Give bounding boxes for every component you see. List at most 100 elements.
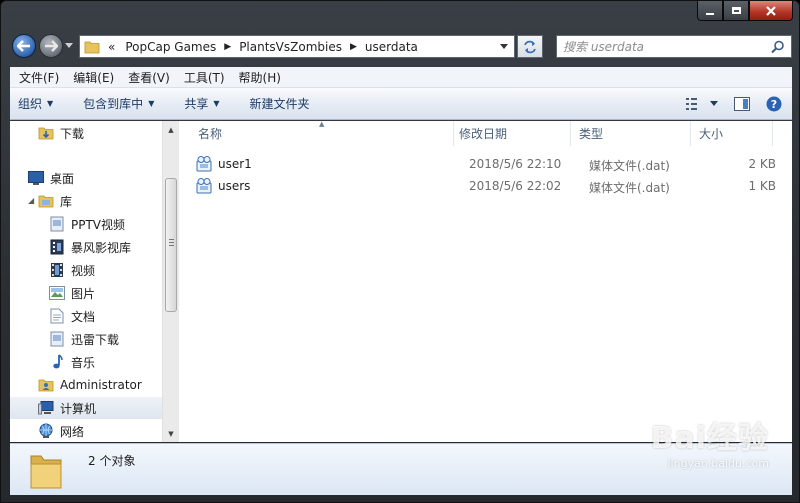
folder-icon [84,41,100,53]
table-row[interactable]: user1 2018/5/6 22:10 媒体文件(.dat) 2 KB [196,154,776,174]
refresh-icon [524,40,536,53]
explorer-window: « PopCap Games ▶ PlantsVsZombies ▶ userd… [0,0,800,503]
nav-label: 暴风影视库 [71,240,132,255]
navigation-pane-scrollbar[interactable]: ▲ ▼ [162,121,179,442]
search-box[interactable] [556,35,792,58]
column-size-label: 大小 [699,127,724,141]
file-modified: 2018/5/6 22:02 [469,179,562,193]
column-header-modified[interactable]: 修改日期 [451,121,571,146]
menu-view[interactable]: 查看(V) [121,69,177,86]
breadcrumb-plants-vs-zombies[interactable]: PlantsVsZombies [239,40,342,54]
organize-button[interactable]: 组织 ▼ [10,88,63,119]
caption-buttons [697,1,793,21]
maximize-button[interactable] [723,1,749,21]
column-header-name[interactable]: 名称 [190,121,454,146]
chevron-down-icon: ▼ [148,99,155,108]
file-list: ▲ 名称 修改日期 类型 大小 user1 2018/5/6 22:10 媒体文… [180,120,792,442]
menu-tools[interactable]: 工具(T) [177,69,232,86]
menu-help[interactable]: 帮助(H) [232,69,288,86]
refresh-button[interactable] [517,35,543,58]
nav-item-music[interactable]: 音乐 [10,351,162,373]
svg-text:?: ? [771,98,777,111]
nav-label: Administrator [60,378,142,392]
desktop-icon [28,170,44,186]
column-type-label: 类型 [579,127,604,141]
address-overflow-chevrons[interactable]: « [108,40,115,54]
command-bar-right: ? [682,88,792,120]
file-type: 媒体文件(.dat) [589,181,670,195]
menu-file[interactable]: 文件(F) [12,69,66,86]
column-name-label: 名称 [198,127,223,141]
content-area: 下载 桌面 ◢ 库 PPTV视频 暴风影视库 视频 图片 文档 迅雷下载 音乐 … [10,120,792,442]
film-icon [49,262,65,278]
nav-item-pictures[interactable]: 图片 [10,282,162,304]
breadcrumb-separator-icon[interactable]: ▶ [224,42,231,52]
nav-item-baofeng[interactable]: 暴风影视库 [10,236,162,258]
include-in-library-button[interactable]: 包含到库中 ▼ [63,88,164,119]
watermark: Bai经验 jingyan.baidu.com [651,413,769,470]
scrollbar-thumb[interactable] [165,178,177,312]
address-history-chevron-down-icon[interactable] [500,44,508,50]
chevron-down-icon [710,101,718,106]
help-icon: ? [766,96,782,112]
share-label: 共享 [184,97,209,111]
grip-icon [169,239,174,246]
nav-item-pptv[interactable]: PPTV视频 [10,213,162,235]
navigation-pane: 下载 桌面 ◢ 库 PPTV视频 暴风影视库 视频 图片 文档 迅雷下载 音乐 … [10,121,162,442]
nav-item-desktop[interactable]: 桌面 [10,167,162,189]
close-button[interactable] [749,1,793,21]
library-icon [38,193,54,209]
preview-pane-icon [734,97,750,111]
menu-bar: 文件(F) 编辑(E) 查看(V) 工具(T) 帮助(H) [10,67,792,88]
nav-label: 桌面 [50,171,75,186]
file-size: 1 KB [748,179,776,193]
column-header-size[interactable]: 大小 [691,121,773,146]
scroll-down-button[interactable]: ▼ [163,425,179,442]
back-button[interactable] [12,34,36,58]
watermark-brand: Bai经验 [650,421,769,456]
breadcrumb-userdata[interactable]: userdata [365,40,418,54]
command-bar: 组织 ▼ 包含到库中 ▼ 共享 ▼ 新建文件夹 ? [10,88,792,120]
minimize-button[interactable] [697,1,723,21]
chevron-down-icon: ▼ [213,99,220,108]
new-folder-label: 新建文件夹 [249,97,310,111]
menu-edit[interactable]: 编辑(E) [66,69,121,86]
nav-label: 下载 [60,126,85,141]
address-bar[interactable]: « PopCap Games ▶ PlantsVsZombies ▶ userd… [79,35,515,58]
preview-pane-button[interactable] [728,88,756,120]
nav-item-library[interactable]: ◢ 库 [10,190,162,212]
file-modified: 2018/5/6 22:10 [469,157,562,171]
new-folder-button[interactable]: 新建文件夹 [230,88,320,119]
view-options-button[interactable] [682,88,722,120]
nav-label: 网络 [60,424,85,439]
column-header-type[interactable]: 类型 [571,121,691,146]
search-input[interactable] [563,39,763,54]
user-folder-icon [38,377,54,393]
breadcrumb-separator-icon[interactable]: ▶ [350,42,357,52]
collapse-icon[interactable]: ◢ [28,196,34,205]
breadcrumb-popcap-games[interactable]: PopCap Games [125,40,216,54]
nav-item-downloads[interactable]: 下载 [10,122,162,144]
folder-icon [30,455,62,489]
view-options-icon [686,98,697,110]
recent-pages-chevron-down-icon[interactable] [65,43,73,49]
nav-item-network[interactable]: 网络 [10,420,162,442]
library-folder-icon [49,331,65,347]
nav-item-xunlei[interactable]: 迅雷下载 [10,328,162,350]
table-row[interactable]: users 2018/5/6 22:02 媒体文件(.dat) 1 KB [196,176,776,196]
forward-button[interactable] [39,34,63,58]
scroll-up-button[interactable]: ▲ [163,121,179,138]
picture-icon [49,285,65,301]
nav-label: 视频 [71,263,96,278]
nav-label: 文档 [71,309,96,324]
search-icon[interactable] [771,40,785,54]
nav-item-computer[interactable]: 计算机 [10,397,162,419]
share-button[interactable]: 共享 ▼ [164,88,229,119]
file-name: users [218,179,251,193]
help-button[interactable]: ? [760,88,788,120]
nav-item-administrator[interactable]: Administrator [10,374,162,396]
nav-label: 图片 [71,286,96,301]
nav-item-documents[interactable]: 文档 [10,305,162,327]
nav-item-videos[interactable]: 视频 [10,259,162,281]
navigation-bar: « PopCap Games ▶ PlantsVsZombies ▶ userd… [1,31,799,61]
